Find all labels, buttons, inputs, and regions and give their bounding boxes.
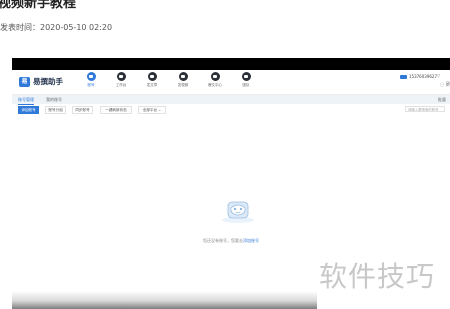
article-title: 视频新手教程 — [0, 0, 77, 11]
app-name: 易撰助手 — [33, 77, 63, 86]
publish-meta: 发表时间：2020-05-10 02:20 — [0, 22, 112, 33]
nav-label: 工作台 — [115, 83, 127, 87]
user-phone[interactable]: 15376039627 — [409, 74, 437, 79]
bottom-shadow — [12, 291, 317, 309]
nav-item-workbench[interactable]: 工作台 — [108, 72, 134, 94]
empty-state-text: 您还没有账号，您要去添加账号 — [12, 238, 450, 244]
play-icon — [178, 72, 188, 81]
account-toolbar: 添加账号 账号分组 同步账号 一键刷新状态 全部平台 ⌄ 请输入要搜索的账号 — [12, 104, 450, 115]
platform-select[interactable]: 全部平台 ⌄ — [138, 106, 166, 114]
vip-badge — [400, 75, 407, 79]
nav-item-publish-article[interactable]: 发文章 — [139, 72, 165, 94]
pen-icon — [147, 72, 157, 81]
add-account-link[interactable]: 添加账号 — [243, 238, 259, 243]
batch-button[interactable]: 批量 — [438, 97, 446, 103]
nav-item-team[interactable]: 团队 — [233, 72, 259, 94]
add-account-button[interactable]: 添加账号 — [18, 106, 39, 114]
refresh-button[interactable]: ◌ 刷 — [440, 81, 450, 88]
empty-box-icon — [222, 201, 254, 223]
workbench-icon — [116, 72, 126, 81]
team-icon — [241, 72, 251, 81]
nav-item-publish-video[interactable]: 发视频 — [170, 72, 196, 94]
publish-label: 发表时间： — [0, 23, 40, 32]
publish-date: 2020-05-10 02:20 — [40, 23, 113, 32]
watermark-text: 软件技巧 — [319, 260, 436, 293]
nav-item-account[interactable]: 账号 — [78, 72, 104, 94]
group-account-button[interactable]: 账号分组 — [45, 106, 66, 114]
home-icon — [210, 72, 220, 81]
account-icon — [86, 72, 96, 81]
nav-label: 爆文中心 — [208, 83, 222, 87]
refresh-status-button[interactable]: 一键刷新状态 — [100, 106, 132, 114]
search-input[interactable]: 请输入要搜索的账号 — [405, 106, 445, 112]
empty-state-message: 您还没有账号，您要去 — [203, 238, 243, 243]
window-top-strip — [12, 58, 450, 70]
nav-label: 账号 — [87, 83, 95, 87]
sub-tab-bar: 账号管理 我的账号 批量 — [12, 95, 450, 105]
nav-item-hot-center[interactable]: 爆文中心 — [202, 72, 228, 94]
logo-icon: 易 — [19, 76, 30, 87]
nav-label: 团队 — [242, 83, 250, 87]
app-logo[interactable]: 易 易撰助手 — [19, 76, 63, 87]
nav-label: 发文章 — [146, 83, 158, 87]
nav-label: 发视频 — [177, 83, 189, 87]
chevron-down-icon[interactable]: ▽ — [437, 73, 440, 78]
tab-my-accounts[interactable]: 我的账号 — [46, 96, 62, 104]
sync-account-button[interactable]: 同步账号 — [72, 106, 93, 114]
app-header: 易 易撰助手 账号 工作台 发文章 发视频 爆文中心 团队 1537603962 — [12, 70, 450, 95]
